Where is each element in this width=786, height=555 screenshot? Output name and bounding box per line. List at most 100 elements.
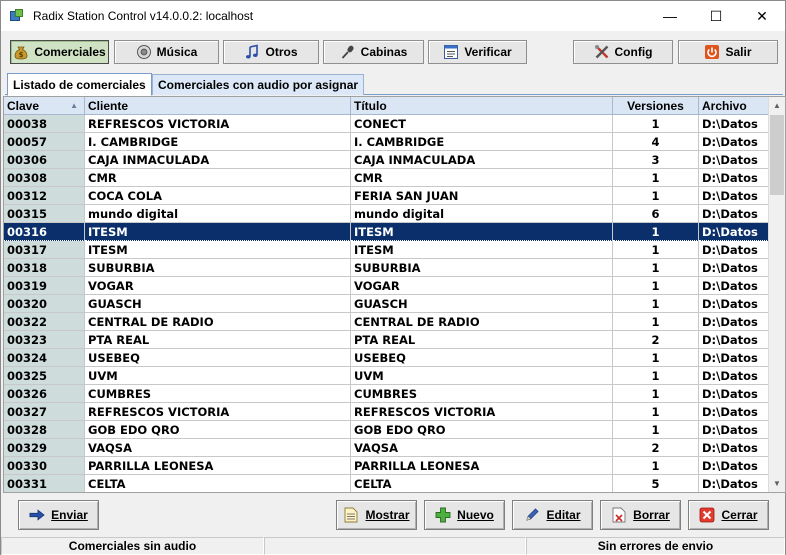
cabinas-button[interactable]: Cabinas xyxy=(323,40,424,64)
microphone-icon xyxy=(340,44,356,60)
cell-clave: 00329 xyxy=(4,439,85,457)
nuevo-button[interactable]: Nuevo xyxy=(424,500,505,530)
table-row[interactable]: 00308 CMR CMR 1 D:\Datos xyxy=(4,169,769,187)
mostrar-button[interactable]: Mostrar xyxy=(336,500,417,530)
table-row[interactable]: 00320 GUASCH GUASCH 1 D:\Datos xyxy=(4,295,769,313)
cell-archivo: D:\Datos xyxy=(699,385,769,403)
maximize-button[interactable]: ☐ xyxy=(693,1,739,31)
tab-strip: Listado de comerciales Comerciales con a… xyxy=(5,73,783,96)
cell-archivo: D:\Datos xyxy=(699,151,769,169)
cerrar-button[interactable]: Cerrar xyxy=(688,500,769,530)
status-middle xyxy=(264,537,526,555)
table-row[interactable]: 00324 USEBEQ USEBEQ 1 D:\Datos xyxy=(4,349,769,367)
cell-versiones: 1 xyxy=(613,241,699,259)
table-row[interactable]: 00331 CELTA CELTA 5 D:\Datos xyxy=(4,475,769,492)
cell-cliente: USEBEQ xyxy=(85,349,351,367)
table-row[interactable]: 00326 CUMBRES CUMBRES 1 D:\Datos xyxy=(4,385,769,403)
musica-button[interactable]: Música xyxy=(114,40,219,64)
table-row[interactable]: 00325 UVM UVM 1 D:\Datos xyxy=(4,367,769,385)
cell-clave: 00326 xyxy=(4,385,85,403)
table-row[interactable]: 00315 mundo digital mundo digital 6 D:\Datos xyxy=(4,205,769,223)
cell-cliente: UVM xyxy=(85,367,351,385)
comerciales-label: Comerciales xyxy=(34,45,106,59)
cabinas-label: Cabinas xyxy=(360,45,408,59)
close-button[interactable]: ✕ xyxy=(739,1,785,31)
minimize-button[interactable]: — xyxy=(647,1,693,31)
table-row[interactable]: 00322 CENTRAL DE RADIO CENTRAL DE RADIO 1 D:… xyxy=(4,313,769,331)
window-controls: — ☐ ✕ xyxy=(647,1,785,31)
table-row[interactable]: 00057 I. CAMBRIDGE I. CAMBRIDGE 4 D:\Datos xyxy=(4,133,769,151)
cell-versiones: 1 xyxy=(613,457,699,475)
otros-button[interactable]: Otros xyxy=(223,40,319,64)
salir-button[interactable]: Salir xyxy=(678,40,778,64)
nuevo-label: Nuevo xyxy=(457,508,494,522)
cell-titulo: GOB EDO QRO xyxy=(351,421,613,439)
cell-versiones: 1 xyxy=(613,295,699,313)
editar-button[interactable]: Editar xyxy=(512,500,593,530)
cell-versiones: 1 xyxy=(613,349,699,367)
table-row[interactable]: 00329 VAQSA VAQSA 2 D:\Datos xyxy=(4,439,769,457)
table-row[interactable]: 00328 GOB EDO QRO GOB EDO QRO 1 D:\Datos xyxy=(4,421,769,439)
sort-ascending-icon: ▲ xyxy=(70,101,78,110)
cell-titulo: VAQSA xyxy=(351,439,613,457)
cell-archivo: D:\Datos xyxy=(699,475,769,492)
cell-clave: 00324 xyxy=(4,349,85,367)
cell-clave: 00330 xyxy=(4,457,85,475)
cell-archivo: D:\Datos xyxy=(699,295,769,313)
arrow-right-icon xyxy=(29,507,45,523)
cell-archivo: D:\Datos xyxy=(699,403,769,421)
cell-versiones: 1 xyxy=(613,223,699,241)
cell-cliente: CUMBRES xyxy=(85,385,351,403)
config-button[interactable]: Config xyxy=(573,40,673,64)
cell-versiones: 1 xyxy=(613,187,699,205)
column-header-clave[interactable]: Clave ▲ xyxy=(4,97,85,115)
scroll-up-icon[interactable]: ▲ xyxy=(769,97,785,114)
table-row[interactable]: 00316 ITESM ITESM 1 D:\Datos xyxy=(4,223,769,241)
borrar-button[interactable]: Borrar xyxy=(600,500,681,530)
enviar-label: Enviar xyxy=(51,508,88,522)
cell-cliente: CELTA xyxy=(85,475,351,492)
cell-titulo: CELTA xyxy=(351,475,613,492)
cell-versiones: 5 xyxy=(613,475,699,492)
table-row[interactable]: 00306 CAJA INMACULADA CAJA INMACULADA 3 D:\D… xyxy=(4,151,769,169)
comerciales-button[interactable]: $ Comerciales xyxy=(10,40,109,64)
column-header-archivo[interactable]: Archivo xyxy=(699,97,769,115)
cell-titulo: FERIA SAN JUAN xyxy=(351,187,613,205)
cell-versiones: 4 xyxy=(613,133,699,151)
cell-cliente: SUBURBIA xyxy=(85,259,351,277)
tab-comerciales-con-audio[interactable]: Comerciales con audio por asignar xyxy=(152,74,365,95)
plus-icon xyxy=(435,507,451,523)
comerciales-grid: Clave ▲ Cliente Título Versiones Archivo… xyxy=(3,96,786,493)
cell-titulo: ITESM xyxy=(351,223,613,241)
vertical-scrollbar[interactable]: ▲ ▼ xyxy=(768,97,785,492)
table-row[interactable]: 00330 PARRILLA LEONESA PARRILLA LEONESA 1 D:… xyxy=(4,457,769,475)
scroll-down-icon[interactable]: ▼ xyxy=(769,475,785,492)
verificar-button[interactable]: Verificar xyxy=(428,40,527,64)
cell-archivo: D:\Datos xyxy=(699,187,769,205)
column-header-versiones[interactable]: Versiones xyxy=(613,97,699,115)
column-header-titulo[interactable]: Título xyxy=(351,97,613,115)
cell-clave: 00331 xyxy=(4,475,85,492)
cell-titulo: CENTRAL DE RADIO xyxy=(351,313,613,331)
table-row[interactable]: 00327 REFRESCOS VICTORIA REFRESCOS VICTORI… xyxy=(4,403,769,421)
cell-clave: 00308 xyxy=(4,169,85,187)
table-row[interactable]: 00318 SUBURBIA SUBURBIA 1 D:\Datos xyxy=(4,259,769,277)
table-row[interactable]: 00319 VOGAR VOGAR 1 D:\Datos xyxy=(4,277,769,295)
table-row[interactable]: 00323 PTA REAL PTA REAL 2 D:\Datos xyxy=(4,331,769,349)
cell-cliente: GUASCH xyxy=(85,295,351,313)
salir-label: Salir xyxy=(725,45,752,59)
cell-versiones: 2 xyxy=(613,439,699,457)
cell-cliente: REFRESCOS VICTORIA xyxy=(85,403,351,421)
table-row[interactable]: 00317 ITESM ITESM 1 D:\Datos xyxy=(4,241,769,259)
cell-cliente: GOB EDO QRO xyxy=(85,421,351,439)
cell-titulo: USEBEQ xyxy=(351,349,613,367)
tab-listado-de-comerciales[interactable]: Listado de comerciales xyxy=(7,73,152,96)
cell-cliente: PARRILLA LEONESA xyxy=(85,457,351,475)
cell-titulo: PARRILLA LEONESA xyxy=(351,457,613,475)
table-row[interactable]: 00038 REFRESCOS VICTORIA CONECT 1 D:\Datos xyxy=(4,115,769,133)
cell-archivo: D:\Datos xyxy=(699,367,769,385)
scrollbar-thumb[interactable] xyxy=(770,115,784,195)
table-row[interactable]: 00312 COCA COLA FERIA SAN JUAN 1 D:\Datos xyxy=(4,187,769,205)
column-header-cliente[interactable]: Cliente xyxy=(85,97,351,115)
enviar-button[interactable]: Enviar xyxy=(18,500,99,530)
